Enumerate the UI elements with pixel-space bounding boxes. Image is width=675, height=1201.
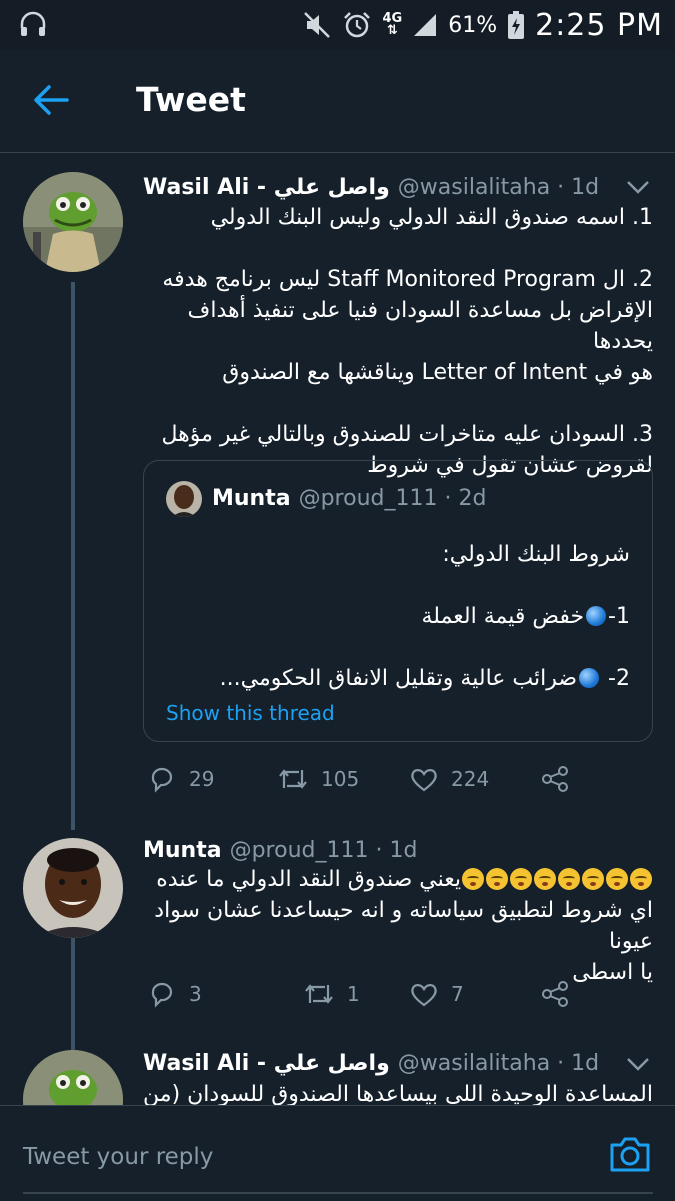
kissing-face-emoji-icon [558, 868, 580, 890]
tweet-actions: 3 1 7 [143, 976, 583, 1012]
blue-circle-emoji-icon [579, 668, 600, 688]
headphones-icon [20, 11, 46, 36]
kissing-face-emoji-icon [510, 868, 532, 890]
header: Tweet [0, 50, 675, 153]
thread-line [71, 938, 75, 1050]
quote-item-text: ضرائب عالية وتقليل الانفاق الحكومي... [219, 666, 578, 691]
quote-author-name: Munta [212, 485, 291, 511]
tweet-header: Wasil Ali - واصل علي @wasilalitaha · 1d [143, 173, 599, 201]
show-thread-link[interactable]: Show this thread [166, 701, 335, 725]
retweet-button[interactable]: 105 [277, 761, 359, 797]
author-name[interactable]: Wasil Ali - واصل علي [143, 175, 390, 200]
share-icon [542, 981, 568, 1007]
tweet-line: 2. ال Staff Monitored Program ليس برنامج… [162, 267, 653, 292]
quote-header: Munta @proud_111 · 2d [212, 483, 486, 513]
tweet-line: الإقراض بل مساعدة السودان فنيا على تنفيذ… [187, 298, 653, 354]
tweet-actions: 29 105 224 [143, 761, 583, 797]
reply-count: 29 [189, 767, 215, 791]
retweet-icon [305, 984, 333, 1004]
chevron-down-icon[interactable] [625, 178, 651, 196]
emoji-row [461, 867, 653, 892]
list-number: 1- [608, 604, 630, 629]
network-indicator: 4G ⇅ [382, 12, 402, 38]
tweet-line: يعني صندوق النقد الدولي ما عنده [143, 864, 653, 895]
author-handle: @proud_111 · 1d [229, 837, 418, 863]
author-handle: @wasilalitaha · 1d [397, 1050, 600, 1076]
signal-icon [414, 14, 437, 36]
reply-button[interactable]: 29 [147, 761, 214, 797]
mute-icon [304, 12, 331, 38]
heart-icon [411, 984, 437, 1007]
back-arrow-icon[interactable] [33, 84, 69, 116]
heart-icon [411, 769, 437, 792]
clock: 2:25 PM [535, 7, 663, 43]
kissing-face-emoji-icon [582, 868, 604, 890]
kissing-face-emoji-icon [606, 868, 628, 890]
like-count: 7 [451, 982, 464, 1006]
quote-line: 1- خفض قيمة العملة [170, 601, 630, 632]
reply-button[interactable]: 3 [147, 976, 202, 1012]
tweet-line: اي شروط لتطبيق سياساته و انه حيساعدنا عش… [154, 898, 653, 954]
quote-author-handle: @proud_111 · 2d [298, 485, 487, 511]
share-button[interactable] [539, 761, 583, 797]
share-icon [542, 766, 568, 792]
quote-line: شروط البنك الدولي: [442, 542, 630, 567]
list-number: 2- [608, 666, 630, 691]
reply-underline [23, 1192, 653, 1194]
tweet-text: 1. اسمه صندوق النقد الدولي وليس البنك ال… [143, 202, 653, 481]
like-button[interactable]: 7 [409, 976, 464, 1012]
chevron-down-icon[interactable] [625, 1055, 651, 1073]
reply-input[interactable]: Tweet your reply [23, 1144, 213, 1170]
tweet-line: 3. السودان عليه متاخرات للصندوق وبالتالي… [161, 422, 653, 447]
data-arrows-icon: ⇅ [386, 23, 398, 38]
like-button[interactable]: 224 [409, 761, 489, 797]
quote-line: 2- ضرائب عالية وتقليل الانفاق الحكومي... [170, 663, 630, 694]
like-count: 224 [451, 767, 490, 791]
share-button[interactable] [539, 976, 583, 1012]
alarm-icon [344, 12, 371, 38]
retweet-button[interactable]: 1 [303, 976, 360, 1012]
tweet-header: Wasil Ali - واصل علي @wasilalitaha · 1d [143, 1049, 599, 1077]
avatar-munta-small [166, 481, 202, 517]
retweet-count: 105 [321, 767, 360, 791]
tweet-text: يعني صندوق النقد الدولي ما عنده اي شروط … [143, 864, 653, 988]
status-bar: 4G ⇅ 61% 2:25 PM [0, 0, 675, 50]
tweet-line: 1. اسمه صندوق النقد الدولي وليس البنك ال… [210, 205, 653, 230]
kissing-face-emoji-icon [630, 868, 652, 890]
retweet-icon [279, 769, 307, 789]
reply-count: 3 [189, 982, 202, 1006]
tweet-line: هو في Letter of Intent ويناقشها مع الصند… [222, 360, 653, 385]
avatar-wasil[interactable] [23, 172, 123, 272]
author-name[interactable]: Munta [143, 838, 222, 863]
retweet-count: 1 [347, 982, 360, 1006]
camera-icon[interactable] [609, 1135, 651, 1173]
reply-bar: Tweet your reply [0, 1105, 675, 1201]
quote-text: شروط البنك الدولي: 1- خفض قيمة العملة 2- … [170, 539, 630, 694]
quoted-tweet[interactable]: Munta @proud_111 · 2d شروط البنك الدولي:… [143, 460, 653, 742]
author-handle: @wasilalitaha · 1d [397, 174, 600, 200]
kissing-face-emoji-icon [462, 868, 484, 890]
page-title: Tweet [136, 80, 246, 119]
author-name[interactable]: Wasil Ali - واصل علي [143, 1051, 390, 1076]
reply-icon [151, 767, 173, 793]
kissing-face-emoji-icon [486, 868, 508, 890]
reply-icon [151, 982, 173, 1008]
thread-line [71, 282, 75, 830]
blue-circle-emoji-icon [586, 606, 607, 626]
avatar-munta[interactable] [23, 838, 123, 938]
tweet-line-text: يعني صندوق النقد الدولي ما عنده [156, 867, 461, 892]
tweet-header: Munta @proud_111 · 1d [143, 836, 417, 864]
kissing-face-emoji-icon [534, 868, 556, 890]
battery-percent: 61% [448, 12, 498, 38]
quote-item-text: خفض قيمة العملة [421, 604, 585, 629]
battery-charging-icon [508, 11, 525, 39]
